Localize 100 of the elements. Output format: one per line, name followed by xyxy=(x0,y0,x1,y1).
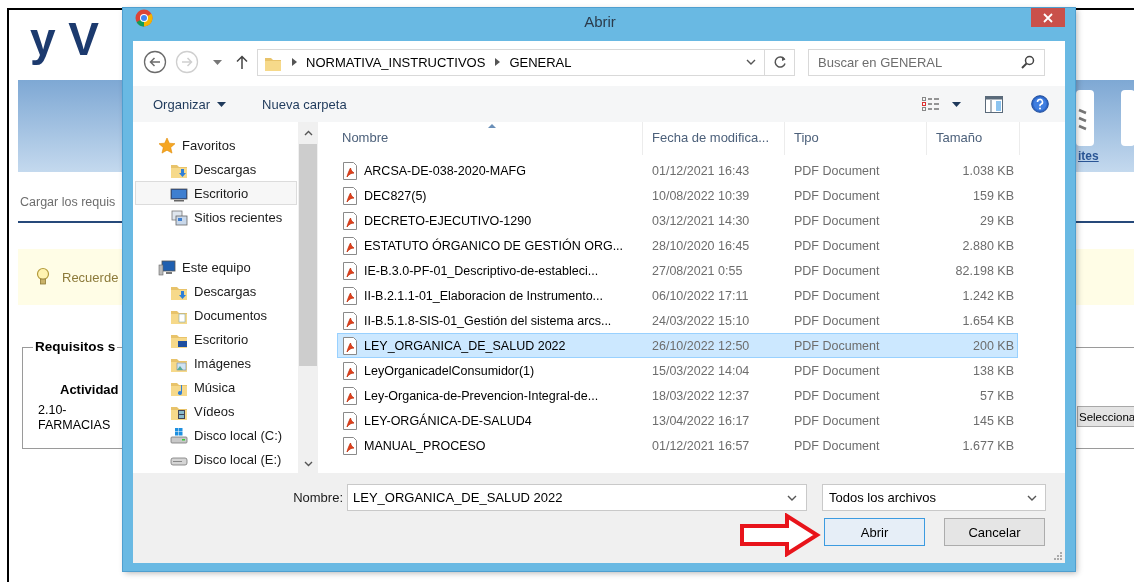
file-row[interactable]: LEY_ORGANICA_DE_SALUD 2022 26/10/2022 12:50 PDF Document 200 KB xyxy=(337,333,1018,358)
scroll-down-icon[interactable] xyxy=(303,461,313,467)
search-icon[interactable] xyxy=(1021,55,1035,69)
search-field[interactable]: Buscar en GENERAL xyxy=(808,48,1045,76)
file-type: PDF Document xyxy=(793,413,881,428)
pdf-file-icon xyxy=(343,311,357,330)
file-row[interactable]: MANUAL_PROCESO 01/12/2021 16:57 PDF Document 1.677 KB xyxy=(337,433,1018,458)
column-header[interactable]: Fecha de modifica... xyxy=(643,122,785,155)
nav-item[interactable]: Documentos xyxy=(135,303,297,327)
file-row[interactable]: Ley-Organica-de-Prevencion-Integral-de... 18/03/2022 12:37 PDF Document 57 KB xyxy=(337,383,1018,408)
file-type-dropdown[interactable]: Todos los archivos xyxy=(822,484,1046,511)
file-type: PDF Document xyxy=(793,338,881,353)
breadcrumb-item[interactable]: NORMATIVA_INSTRUCTIVOS xyxy=(306,54,486,70)
scrollbar[interactable] xyxy=(298,122,318,473)
section-heading: Cargar los requis xyxy=(20,195,116,209)
pdf-file-icon xyxy=(343,386,357,405)
chevron-down-icon[interactable] xyxy=(746,59,756,65)
file-date: 01/12/2021 16:43 xyxy=(651,163,751,178)
back-button[interactable] xyxy=(143,50,167,74)
nav-item[interactable]: Descargas xyxy=(135,157,297,181)
drive-icon xyxy=(170,426,188,444)
file-type: PDF Document xyxy=(793,213,881,228)
pdf-file-icon xyxy=(343,436,357,455)
file-size: 159 KB xyxy=(972,188,1015,203)
file-name: IE-B.3.0-PF-01_Descriptivo-de-estableci... xyxy=(364,263,599,278)
file-size: 2.880 KB xyxy=(961,238,1015,253)
panel-legend: Requisitos s xyxy=(33,339,118,354)
header-link[interactable]: ites xyxy=(1078,149,1099,163)
file-row[interactable]: LEY-ORGÁNICA-DE-SALUD4 13/04/2022 16:17 PDF Document 145 KB xyxy=(337,408,1018,433)
scroll-up-icon[interactable] xyxy=(303,130,313,136)
nav-item[interactable]: Descargas xyxy=(135,279,297,303)
file-size: 1.654 KB xyxy=(961,313,1015,328)
column-header[interactable]: Tamaño xyxy=(927,122,1020,155)
file-date: 03/12/2021 14:30 xyxy=(651,213,751,228)
file-size: 1.038 KB xyxy=(961,163,1015,178)
nav-item[interactable]: Imágenes xyxy=(135,351,297,375)
pdf-file-icon xyxy=(343,211,357,230)
file-name-field[interactable]: LEY_ORGANICA_DE_SALUD 2022 xyxy=(347,484,807,511)
file-size: 145 KB xyxy=(972,413,1015,428)
nav-item[interactable]: Favoritos xyxy=(135,133,297,157)
open-button[interactable]: Abrir xyxy=(824,518,925,546)
close-icon xyxy=(1043,12,1053,23)
recent-locations-button[interactable] xyxy=(213,59,222,65)
nav-item[interactable]: Vídeos xyxy=(135,399,297,423)
file-row[interactable]: LeyOrganicadelConsumidor(1) 15/03/2022 14:04 PDF Document 138 KB xyxy=(337,358,1018,383)
file-row[interactable]: ESTATUTO ÓRGANICO DE GESTIÓN ORG... 28/10/2020 16:45 PDF Document 2.880 KB xyxy=(337,233,1018,258)
nav-item[interactable]: Este equipo xyxy=(135,255,297,279)
file-date: 24/03/2022 15:10 xyxy=(651,313,751,328)
pdf-file-icon xyxy=(343,286,357,305)
file-name: DECRETO-EJECUTIVO-1290 xyxy=(364,213,532,228)
column-header[interactable]: Nombre xyxy=(333,122,643,155)
file-name: ESTATUTO ÓRGANICO DE GESTIÓN ORG... xyxy=(364,238,624,253)
file-type: PDF Document xyxy=(793,238,881,253)
nav-item[interactable]: Sitios recientes xyxy=(135,205,297,229)
file-row[interactable]: DECRETO-EJECUTIVO-1290 03/12/2021 14:30 PDF Document 29 KB xyxy=(337,208,1018,233)
column-header[interactable]: Tipo xyxy=(785,122,927,155)
file-row[interactable]: IE-B.3.0-PF-01_Descriptivo-de-estableci... 27/08/2021 0:55 PDF Document 82.198 KB xyxy=(337,258,1018,283)
organize-button[interactable]: Organizar xyxy=(147,92,233,116)
file-date: 28/10/2020 16:45 xyxy=(651,238,751,253)
chevron-down-icon[interactable] xyxy=(787,494,797,501)
file-type: PDF Document xyxy=(793,438,881,453)
file-size: 29 KB xyxy=(978,213,1015,228)
nav-item[interactable]: Disco local (C:) xyxy=(135,423,297,447)
address-bar[interactable]: NORMATIVA_INSTRUCTIVOS GENERAL xyxy=(257,48,795,76)
file-size: 138 KB xyxy=(972,363,1015,378)
file-size: 200 KB xyxy=(972,338,1015,353)
computer-icon xyxy=(158,258,176,276)
nav-item[interactable]: Música xyxy=(135,375,297,399)
table-cell-text: 2.10-FARMACIAS xyxy=(38,403,112,433)
scroll-thumb[interactable] xyxy=(299,144,317,366)
nav-item[interactable]: Escritorio xyxy=(135,327,297,351)
file-type: PDF Document xyxy=(793,388,881,403)
list-view-icon xyxy=(922,97,940,111)
pdf-file-icon xyxy=(343,411,357,430)
file-type: PDF Document xyxy=(793,363,881,378)
nav-item[interactable]: Disco local (E:) xyxy=(135,447,297,471)
chevron-down-icon xyxy=(1027,494,1037,501)
file-date: 27/08/2021 0:55 xyxy=(651,263,744,278)
file-row[interactable]: II-B.2.1.1-01_Elaboracion de Instrumento... 06/10/2022 17:11 PDF Document 1.242 KB xyxy=(337,283,1018,308)
up-button[interactable] xyxy=(236,55,248,69)
nav-item[interactable]: Escritorio xyxy=(135,181,297,205)
site-logo-text: y V xyxy=(30,12,100,67)
file-row[interactable]: II-B.5.1.8-SIS-01_Gestión del sistema arcs... 24/03/2022 15:10 PDF Document 1.654 KB xyxy=(337,308,1018,333)
file-name: MANUAL_PROCESO xyxy=(364,438,486,453)
breadcrumb-item[interactable]: GENERAL xyxy=(509,54,572,70)
forward-icon xyxy=(175,50,199,74)
close-button[interactable] xyxy=(1031,8,1065,27)
new-folder-button[interactable]: Nueva carpeta xyxy=(256,92,353,116)
file-row[interactable]: DEC827(5) 10/08/2022 10:39 PDF Document 159 KB xyxy=(337,183,1018,208)
file-date: 01/12/2021 16:57 xyxy=(651,438,751,453)
caret-icon xyxy=(213,59,222,65)
file-row[interactable]: ARCSA-DE-038-2020-MAFG 01/12/2021 16:43 PDF Document 1.038 KB xyxy=(337,158,1018,183)
star-icon xyxy=(158,136,176,154)
file-date: 18/03/2022 12:37 xyxy=(651,388,751,403)
file-size: 1.677 KB xyxy=(961,438,1015,453)
pdf-file-icon xyxy=(343,336,357,355)
cancel-button[interactable]: Cancelar xyxy=(944,518,1045,546)
file-type: PDF Document xyxy=(793,313,881,328)
file-type: PDF Document xyxy=(793,163,881,178)
file-date: 06/10/2022 17:11 xyxy=(651,288,750,303)
